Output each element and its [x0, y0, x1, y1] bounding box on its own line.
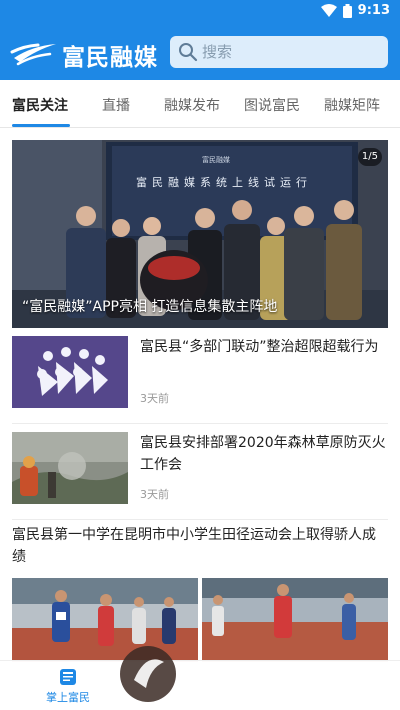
hero-caption: “富民融媒”APP亮相 打造信息集散主阵地 [22, 299, 278, 315]
news-thumbnail [12, 336, 128, 408]
clock: 9:13 [357, 3, 390, 18]
status-bar: 9:13 [0, 0, 400, 24]
track-runner-image [202, 578, 388, 662]
app-header: 富民融媒 [0, 24, 400, 80]
search-input[interactable] [202, 42, 372, 62]
news-title: 富民县“多部门联动”整治超限超载行为 [140, 339, 379, 355]
app-title: 富民融媒 [62, 45, 158, 71]
app-logo-icon [10, 43, 56, 66]
news-image-row [12, 578, 388, 662]
active-tab-indicator [12, 124, 70, 127]
tab-fumin-focus[interactable]: 富民关注 [12, 95, 68, 115]
slide-counter-badge: 1/5 [357, 148, 382, 166]
svg-text:富民融媒: 富民融媒 [202, 155, 230, 164]
svg-text:富民融媒系统上线试运行: 富民融媒系统上线试运行 [136, 175, 312, 189]
news-time: 3天前 [140, 392, 169, 405]
news-title: 富民县第一中学在昆明市中小学生田径运动会上取得骄人成绩 [12, 527, 376, 565]
tab-media-release[interactable]: 融媒发布 [164, 95, 220, 115]
hero-carousel[interactable]: 富民融媒 富民融媒系统上线试运行 1/5 “富民融媒”APP亮相 打造信息集散主… [12, 140, 388, 328]
nav-item-home[interactable]: 掌上富民 [40, 667, 96, 705]
tab-media-matrix[interactable]: 融媒矩阵 [324, 95, 380, 115]
category-tabs: 富民关注 直播 融媒发布 图说富民 融媒矩阵 [0, 80, 400, 128]
bottom-navigation: 掌上富民 [0, 660, 400, 710]
news-item-large[interactable]: 富民县第一中学在昆明市中小学生田径运动会上取得骄人成绩 [12, 524, 388, 662]
wifi-icon [320, 3, 337, 18]
track-race-image [12, 578, 198, 662]
news-time: 3天前 [140, 488, 169, 501]
search-icon [179, 43, 198, 62]
news-title: 富民县安排部署2020年森林草原防灭火工作会 [140, 435, 386, 473]
search-box[interactable] [170, 36, 388, 68]
battery-icon [342, 3, 352, 18]
tab-picture-fumin[interactable]: 图说富民 [244, 95, 300, 115]
tab-live[interactable]: 直播 [102, 95, 130, 115]
nav-label: 掌上富民 [46, 691, 90, 704]
news-item[interactable]: 富民县“多部门联动”整治超限超载行为 3天前 [12, 336, 388, 424]
news-thumbnail [12, 432, 128, 504]
news-item[interactable]: 富民县安排部署2020年森林草原防灭火工作会 3天前 [12, 432, 388, 520]
newspaper-icon [60, 669, 76, 685]
